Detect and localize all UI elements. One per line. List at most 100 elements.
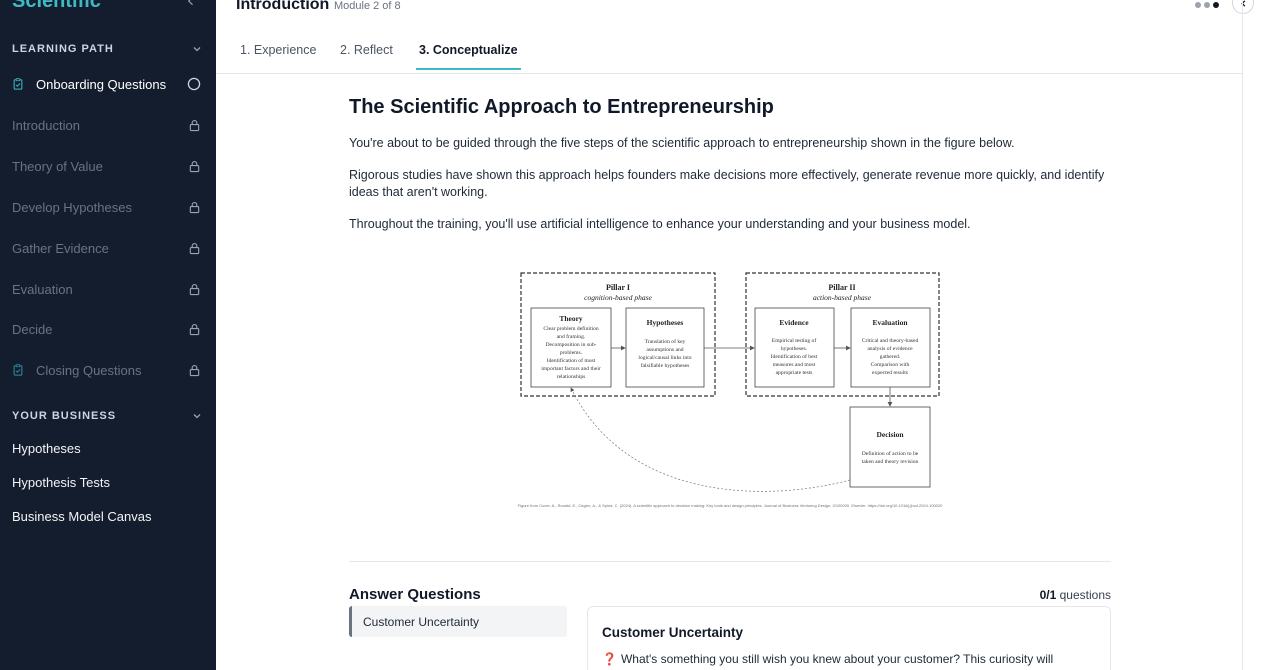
lock-icon (187, 200, 201, 214)
evidence-line: Empirical testing of (772, 337, 817, 344)
right-panel-border (1242, 0, 1243, 670)
section-divider (349, 561, 1111, 562)
theory-line: relationships (557, 374, 586, 380)
progress-dot-current (1213, 2, 1219, 8)
sidebar-item-closing-questions[interactable]: Closing Questions (0, 351, 216, 389)
evidence-line: hypotheses. (781, 346, 808, 352)
theory-line: Identification of most (547, 357, 596, 364)
hypotheses-line: assumptions and (646, 347, 683, 353)
theory-line: and framing. (557, 333, 586, 340)
app-root: Scientific LEARNING PATH Onboarding Ques… (0, 0, 1280, 670)
sidebar: Scientific LEARNING PATH Onboarding Ques… (0, 0, 216, 670)
sidebar-item-label: Decide (12, 321, 53, 337)
clipboard-icon (12, 77, 26, 91)
sidebar-item-gather-evidence[interactable]: Gather Evidence (0, 229, 216, 267)
questions-progress: 0/1 questions (1010, 588, 1111, 602)
training-paragraph: Throughout the training, you'll use arti… (349, 217, 971, 231)
content-heading: The Scientific Approach to Entrepreneurs… (349, 96, 774, 118)
evaluation-title: Evaluation (872, 318, 908, 327)
collapse-panel-button[interactable] (1232, 0, 1254, 14)
sidebar-item-hypotheses[interactable]: Hypotheses (12, 441, 81, 456)
lock-icon (187, 282, 201, 296)
page-title: Introduction (236, 0, 330, 13)
sidebar-item-develop-hypotheses[interactable]: Develop Hypotheses (0, 188, 216, 226)
progress-dot (1204, 2, 1210, 8)
progress-dots (1195, 2, 1219, 8)
scientific-approach-figure: Pillar I cognition-based phase Pillar II… (517, 266, 943, 511)
evidence-line: appropriate tests (776, 370, 813, 376)
sidebar-item-introduction[interactable]: Introduction (0, 106, 216, 144)
evaluation-line: analysis of evidence (867, 345, 913, 352)
studies-paragraph: Rigorous studies have shown this approac… (349, 168, 1105, 199)
evaluation-line: expected results (872, 370, 908, 376)
sidebar-item-label: Introduction (12, 117, 80, 133)
pillar-1-subtitle: cognition-based phase (584, 293, 652, 302)
your-business-header[interactable]: YOUR BUSINESS (12, 406, 202, 426)
progress-dot (1195, 2, 1201, 8)
step-tabs: 1. Experience 2. Reflect 3. Conceptualiz… (216, 34, 1242, 74)
lock-icon (187, 241, 201, 255)
your-business-heading: YOUR BUSINESS (12, 410, 117, 422)
pillar-2-title: Pillar II (828, 283, 855, 292)
sidebar-item-hypothesis-tests[interactable]: Hypothesis Tests (12, 475, 110, 490)
clipboard-icon (12, 363, 26, 377)
hypotheses-title: Hypotheses (647, 318, 684, 327)
intro-paragraph: You're about to be guided through the fi… (349, 136, 1015, 150)
evaluation-line: Critical and theory-based (862, 338, 919, 344)
question-prompt: ❓ What's something you still wish you kne… (602, 651, 1092, 668)
question-mark-icon: ❓ (602, 652, 617, 666)
answer-questions-heading: Answer Questions (349, 586, 481, 603)
learning-path-heading: LEARNING PATH (12, 43, 114, 55)
sidebar-item-onboarding-questions[interactable]: Onboarding Questions (0, 65, 216, 103)
evidence-title: Evidence (779, 318, 809, 327)
decision-box (849, 406, 931, 488)
questions-count: 0/1 (1039, 588, 1057, 602)
sidebar-item-label: Develop Hypotheses (12, 199, 132, 215)
sidebar-item-theory-of-value[interactable]: Theory of Value (0, 147, 216, 185)
decision-line: taken and theory revision (862, 459, 919, 465)
tab-experience[interactable]: 1. Experience (240, 43, 316, 68)
sidebar-item-evaluation[interactable]: Evaluation (0, 270, 216, 308)
question-tab-customer-uncertainty[interactable]: Customer Uncertainty (349, 606, 567, 637)
question-card-title: Customer Uncertainty (602, 625, 744, 640)
evidence-line: Identification of best (771, 353, 818, 360)
theory-line: Decomposition in sub- (546, 342, 597, 348)
sidebar-item-label: Theory of Value (12, 158, 103, 174)
sidebar-item-label: Onboarding Questions (36, 76, 167, 92)
feedback-arrow (570, 387, 851, 492)
hypotheses-line: falsifiable hypotheses (641, 362, 690, 369)
question-prompt-text: What's something you still wish you knew… (620, 652, 1054, 666)
theory-line: problems. (560, 350, 583, 356)
lock-icon (187, 118, 201, 132)
collapse-sidebar-button[interactable] (183, 0, 199, 10)
sidebar-item-label: Gather Evidence (12, 240, 109, 256)
tab-conceptualize[interactable]: 3. Conceptualize (416, 43, 521, 70)
sidebar-item-label: Closing Questions (36, 362, 142, 378)
hypotheses-line: logical/causal links into (638, 355, 691, 361)
learning-path-header[interactable]: LEARNING PATH (12, 39, 202, 59)
lock-icon (187, 363, 201, 377)
evaluation-line: gathered. (880, 354, 901, 360)
pillar-1-title: Pillar I (606, 283, 630, 292)
questions-count-suffix: questions (1059, 588, 1111, 602)
chevron-down-icon (193, 414, 201, 419)
brand-logo[interactable]: Scientific (12, 0, 101, 13)
module-indicator: Module 2 of 8 (334, 0, 401, 12)
sidebar-item-decide[interactable]: Decide (0, 310, 216, 348)
evidence-line: measures and most (773, 362, 816, 368)
lock-icon (187, 159, 201, 173)
theory-title: Theory (559, 314, 583, 323)
sidebar-item-business-model-canvas[interactable]: Business Model Canvas (12, 509, 151, 524)
pillar-2-subtitle: action-based phase (813, 293, 872, 302)
chevron-left-icon (187, 0, 193, 6)
process-diagram: Pillar I cognition-based phase Pillar II… (520, 272, 940, 492)
tab-reflect[interactable]: 2. Reflect (340, 43, 393, 68)
chevron-left-icon (1240, 0, 1245, 7)
sidebar-item-label: Evaluation (12, 281, 73, 297)
status-circle-icon (187, 77, 201, 91)
lock-icon (187, 322, 201, 336)
decision-line: Definition of action to be (862, 450, 919, 457)
theory-line: Clear problem definition (543, 325, 599, 332)
evaluation-line: Comparison with (871, 362, 910, 368)
question-card: Customer Uncertainty ❓ What's something y… (587, 606, 1111, 670)
